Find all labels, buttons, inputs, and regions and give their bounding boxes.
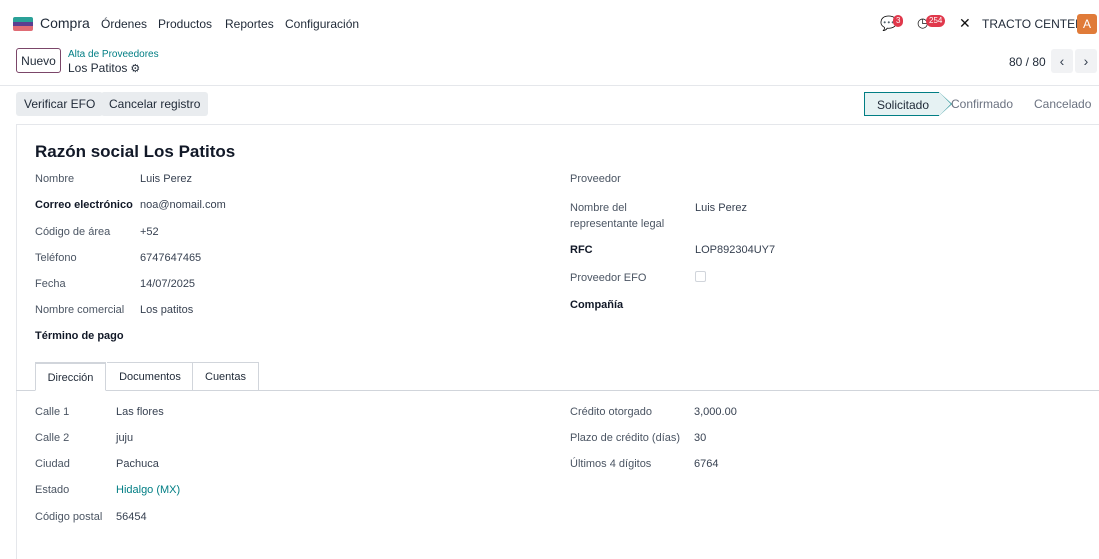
pager-next-button[interactable]: › bbox=[1075, 49, 1097, 73]
field-correo[interactable]: noa@nomail.com bbox=[140, 199, 226, 211]
proveedor-efo-checkbox[interactable] bbox=[695, 271, 706, 282]
label-proveedor-efo: Proveedor EFO bbox=[570, 272, 647, 284]
field-codigo-area[interactable]: +52 bbox=[140, 226, 159, 238]
label-calle-2: Calle 2 bbox=[35, 432, 70, 444]
field-nombre-comercial[interactable]: Los patitos bbox=[140, 304, 193, 316]
label-representante-2: representante legal bbox=[570, 218, 665, 230]
menu-item-ordenes[interactable]: Órdenes bbox=[101, 17, 147, 31]
record-name: Los Patitos ⚙ bbox=[68, 61, 140, 75]
label-nombre: Nombre bbox=[35, 173, 75, 185]
tools-icon[interactable]: ✕ bbox=[959, 15, 971, 32]
chat-count-badge: 3 bbox=[893, 15, 904, 27]
label-termino-pago: Término de pago bbox=[35, 330, 124, 342]
menu-item-reportes[interactable]: Reportes bbox=[225, 17, 274, 31]
tab-documentos[interactable]: Documentos bbox=[107, 362, 193, 391]
label-telefono: Teléfono bbox=[35, 252, 77, 264]
page-title: Razón social Los Patitos bbox=[35, 142, 236, 161]
pager-value[interactable]: 80 / 80 bbox=[1009, 55, 1046, 69]
app-logo-icon[interactable] bbox=[13, 17, 33, 31]
field-credito-otorgado[interactable]: 3,000.00 bbox=[694, 406, 737, 418]
field-telefono[interactable]: 6747647465 bbox=[140, 252, 201, 264]
field-fecha[interactable]: 14/07/2025 bbox=[140, 278, 195, 290]
label-proveedor: Proveedor bbox=[570, 173, 621, 185]
field-plazo-credito[interactable]: 30 bbox=[694, 432, 706, 444]
pager-previous-button[interactable]: ‹ bbox=[1051, 49, 1073, 73]
record-name-text: Los Patitos bbox=[68, 61, 128, 75]
breadcrumb-parent-link[interactable]: Alta de Proveedores bbox=[68, 49, 159, 60]
label-codigo-postal: Código postal bbox=[35, 511, 103, 523]
label-ciudad: Ciudad bbox=[35, 458, 70, 470]
field-nombre[interactable]: Luis Perez bbox=[140, 173, 192, 185]
label-fecha: Fecha bbox=[35, 278, 66, 290]
field-rfc[interactable]: LOP892304UY7 bbox=[695, 244, 775, 256]
avatar[interactable]: A bbox=[1077, 14, 1097, 34]
label-correo: Correo electrónico bbox=[35, 199, 133, 211]
divider bbox=[0, 85, 1099, 86]
company-switcher[interactable]: TRACTO CENTER bbox=[982, 17, 1084, 31]
tab-direccion[interactable]: Dirección bbox=[35, 362, 106, 391]
gear-icon[interactable]: ⚙ bbox=[130, 63, 140, 75]
stage-solicitado-label: Solicitado bbox=[877, 98, 930, 112]
field-calle-2[interactable]: juju bbox=[116, 432, 133, 444]
stage-cancelado[interactable]: Cancelado bbox=[1034, 92, 1091, 116]
field-ciudad[interactable]: Pachuca bbox=[116, 458, 159, 470]
menu-item-productos[interactable]: Productos bbox=[158, 17, 212, 31]
label-ultimos-digitos: Últimos 4 dígitos bbox=[570, 458, 652, 470]
verify-efo-button[interactable]: Verificar EFO bbox=[16, 92, 104, 116]
field-estado-link[interactable]: Hidalgo (MX) bbox=[116, 484, 180, 496]
label-rfc: RFC bbox=[570, 244, 593, 256]
new-button[interactable]: Nuevo bbox=[16, 48, 61, 73]
tab-cuentas[interactable]: Cuentas bbox=[192, 362, 259, 391]
cancel-registration-button[interactable]: Cancelar registro bbox=[101, 92, 209, 116]
app-name[interactable]: Compra bbox=[40, 15, 90, 31]
field-representante[interactable]: Luis Perez bbox=[695, 202, 747, 214]
field-ultimos-digitos[interactable]: 6764 bbox=[694, 458, 718, 470]
top-navbar: Compra Órdenes Productos Reportes Config… bbox=[0, 0, 1099, 46]
field-codigo-postal[interactable]: 56454 bbox=[116, 511, 147, 523]
activity-count-badge: 254 bbox=[926, 15, 946, 27]
label-representante-1: Nombre del bbox=[570, 202, 627, 214]
label-credito-otorgado: Crédito otorgado bbox=[570, 406, 652, 418]
menu-item-configuracion[interactable]: Configuración bbox=[285, 17, 359, 31]
label-compania: Compañía bbox=[570, 299, 624, 311]
label-codigo-area: Código de área bbox=[35, 226, 111, 238]
label-plazo-credito: Plazo de crédito (días) bbox=[570, 432, 681, 444]
stage-solicitado[interactable]: Solicitado bbox=[864, 92, 952, 116]
label-nombre-comercial: Nombre comercial bbox=[35, 304, 125, 316]
label-calle-1: Calle 1 bbox=[35, 406, 70, 418]
label-estado: Estado bbox=[35, 484, 70, 496]
stage-confirmado[interactable]: Confirmado bbox=[951, 92, 1013, 116]
field-calle-1[interactable]: Las flores bbox=[116, 406, 164, 418]
